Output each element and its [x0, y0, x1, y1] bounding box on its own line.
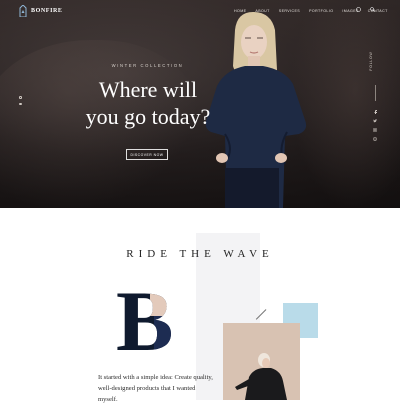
follow-label: FOLLOW: [369, 51, 373, 71]
nav-item-portfolio[interactable]: PORTFOLIO: [309, 9, 333, 13]
model-photo-image: [223, 323, 300, 400]
hero-title: Where will you go today?: [68, 76, 228, 130]
search-icon[interactable]: [370, 7, 375, 12]
brand-logo[interactable]: BONFIRE: [19, 5, 63, 17]
cart-icon[interactable]: [356, 7, 361, 12]
nav-item-services[interactable]: SERVICES: [279, 9, 300, 13]
social-links: [373, 110, 377, 141]
hero-banner: BONFIRE HOME ABOUT SERVICES PORTFOLIO IM…: [0, 0, 400, 208]
top-navigation: BONFIRE HOME ABOUT SERVICES PORTFOLIO IM…: [0, 0, 400, 24]
nav-item-about[interactable]: ABOUT: [255, 9, 269, 13]
logo-icon: [19, 5, 27, 17]
instagram-icon[interactable]: [373, 128, 377, 132]
intro-paragraph: It started with a simple idea: Create qu…: [98, 374, 213, 403]
facebook-icon[interactable]: [374, 110, 377, 114]
twitter-icon[interactable]: [373, 119, 377, 123]
side-divider: [375, 85, 376, 101]
product-photo: [223, 323, 300, 400]
hero-title-line: Where will: [98, 77, 198, 102]
pinterest-icon[interactable]: [373, 137, 377, 141]
header-icons: [356, 7, 375, 12]
hero-title-line: you go today?: [85, 104, 211, 129]
slider-dot[interactable]: [19, 96, 22, 99]
dropcap-letter: B B: [116, 282, 174, 358]
slider-dot[interactable]: [19, 102, 22, 105]
slider-pagination: [19, 96, 22, 105]
section-heading: RIDE THE WAVE: [126, 248, 274, 260]
nav-item-home[interactable]: HOME: [234, 9, 246, 13]
discover-now-button[interactable]: DISCOVER NOW: [126, 149, 168, 160]
hero-subtitle: WINTER COLLECTION: [111, 63, 184, 68]
brand-name: BONFIRE: [31, 8, 63, 14]
